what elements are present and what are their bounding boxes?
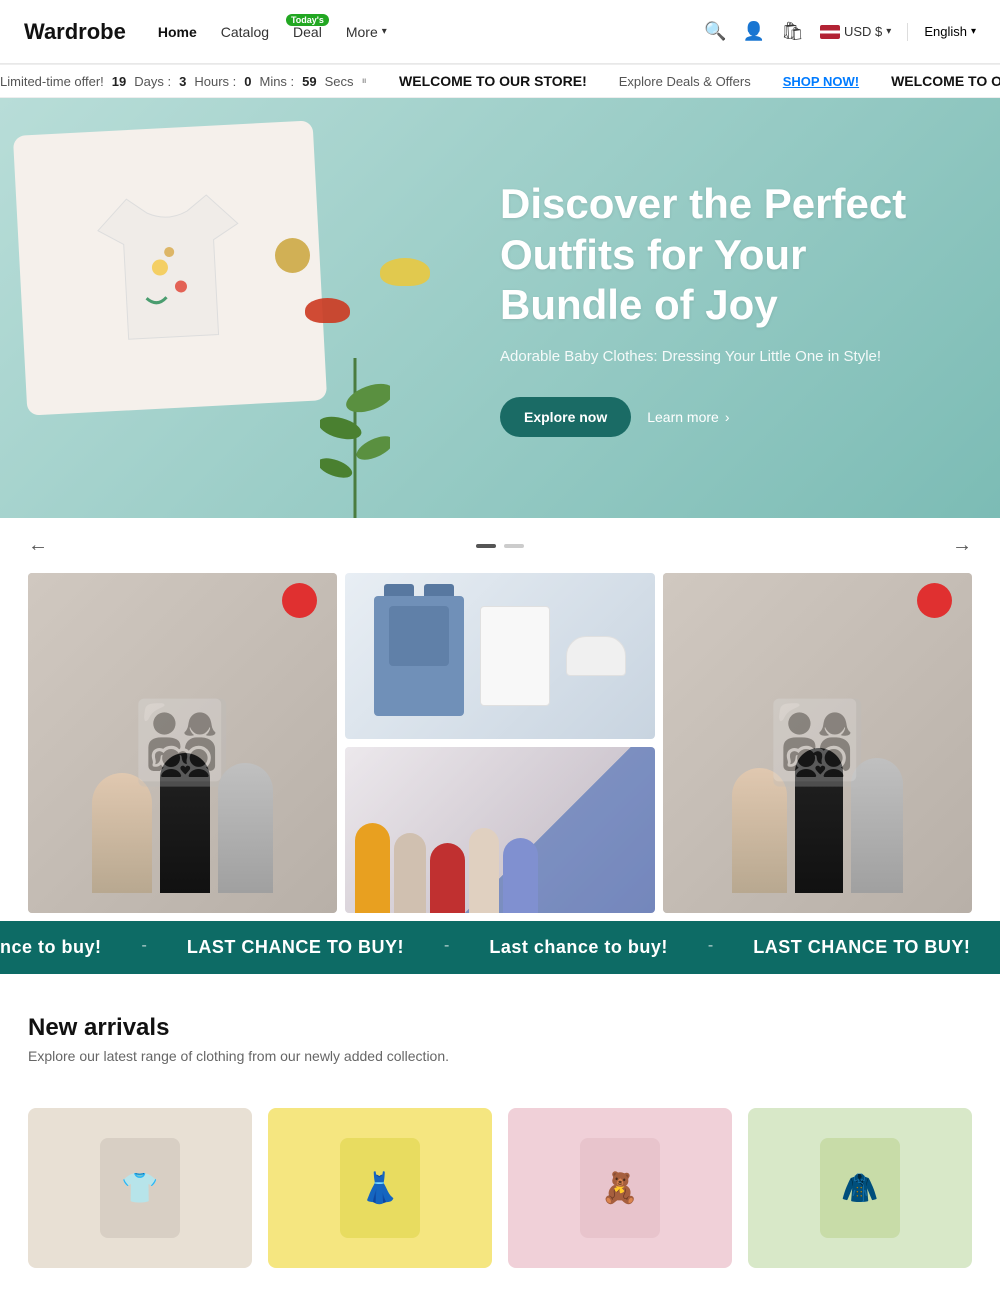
carousel-dot-1[interactable]	[476, 544, 496, 548]
product-grid: 👕 👗 🧸 🧥	[0, 1108, 1000, 1268]
new-arrivals-section: New arrivals Explore our latest range of…	[0, 982, 1000, 1108]
explore-text-1: Explore Deals & Offers	[619, 74, 751, 89]
arrow-right-icon: ›	[725, 409, 730, 425]
announcement-marquee: Limited-time offer! 19 Days : 3 Hours : …	[0, 73, 1000, 89]
nav-right: 🔍 👤 🛍 USD $ ▾ English ▾	[704, 21, 976, 42]
grid-sub-denim[interactable]	[345, 573, 654, 739]
chevron-down-icon: ▾	[382, 26, 387, 37]
nav-home[interactable]: Home	[158, 24, 197, 40]
product-image-2: 👗	[268, 1108, 492, 1268]
deal-label: Deal	[293, 24, 322, 40]
deal-badge: Today's	[286, 14, 329, 26]
shop-now-link-1[interactable]: SHOP NOW!	[783, 74, 859, 89]
hero-title: Discover the Perfect Outfits for Your Bu…	[500, 179, 960, 330]
currency-selector[interactable]: USD $ ▾	[820, 24, 891, 39]
explore-button[interactable]: Explore now	[500, 397, 631, 437]
language-chevron-icon: ▾	[971, 26, 976, 37]
carousel-controls: ← →	[0, 518, 1000, 573]
product-card-4[interactable]: 🧥	[748, 1108, 972, 1268]
marquee-item-2: LAST CHANCE TO BUY!	[187, 937, 404, 958]
new-arrivals-subtitle: Explore our latest range of clothing fro…	[28, 1048, 972, 1064]
more-label: More	[346, 24, 378, 40]
grid-item-kids-left[interactable]: 👨‍👩‍👧‍👦	[28, 573, 337, 913]
product-image-3: 🧸	[508, 1108, 732, 1268]
hero-subtitle: Adorable Baby Clothes: Dressing Your Lit…	[500, 346, 960, 369]
navbar: Wardrobe Home Catalog Today's Deal More …	[0, 0, 1000, 64]
carousel-dot-2[interactable]	[504, 544, 524, 548]
marquee-sep-1: -	[142, 937, 147, 958]
timer-hours: 3	[179, 74, 186, 89]
welcome-text-2: WELCOME TO OUR STORE!	[891, 73, 1000, 89]
grid-item-center	[345, 573, 654, 913]
nav-deal[interactable]: Today's Deal	[293, 24, 322, 40]
timer-days: 19	[112, 74, 126, 89]
timer-mins: 0	[244, 74, 251, 89]
grid-sub-fashion[interactable]	[345, 747, 654, 913]
marquee-sep-2: -	[444, 937, 449, 958]
carousel-prev-button[interactable]: ←	[20, 530, 56, 561]
product-image-4: 🧥	[748, 1108, 972, 1268]
hero-background: Discover the Perfect Outfits for Your Bu…	[0, 98, 1000, 518]
currency-chevron-icon: ▾	[886, 26, 891, 37]
announcement-timer: Limited-time offer! 19 Days : 3 Hours : …	[0, 74, 367, 89]
hero-image	[0, 98, 550, 518]
language-selector[interactable]: English ▾	[924, 24, 976, 39]
product-card-2[interactable]: 👗	[268, 1108, 492, 1268]
flag-icon	[820, 25, 840, 39]
user-icon[interactable]: 👤	[743, 21, 765, 42]
marquee-sep-3: -	[708, 937, 713, 958]
marquee-item-1: nce to buy!	[0, 937, 102, 958]
product-card-1[interactable]: 👕	[28, 1108, 252, 1268]
timer-label: Limited-time offer!	[0, 74, 104, 89]
learn-more-button[interactable]: Learn more ›	[647, 409, 729, 425]
new-arrivals-title: New arrivals	[28, 1014, 972, 1042]
hero-section: Discover the Perfect Outfits for Your Bu…	[0, 98, 1000, 518]
nav-links: Home Catalog Today's Deal More ▾	[158, 24, 704, 40]
marquee-item-3: Last chance to buy!	[489, 937, 668, 958]
nav-catalog[interactable]: Catalog	[221, 24, 269, 40]
carousel-dots	[476, 544, 524, 548]
currency-label: USD $	[844, 24, 882, 39]
hero-buttons: Explore now Learn more ›	[500, 397, 960, 437]
search-icon[interactable]: 🔍	[704, 21, 726, 42]
marquee-item-4: LAST CHANCE TO BUY!	[753, 937, 970, 958]
carousel-next-button[interactable]: →	[944, 530, 980, 561]
hero-content: Discover the Perfect Outfits for Your Bu…	[480, 98, 1000, 518]
pause-icon[interactable]: ⏸	[362, 75, 368, 88]
marquee-banner: nce to buy! - LAST CHANCE TO BUY! - Last…	[0, 921, 1000, 974]
language-label: English	[924, 24, 967, 39]
announcement-bar: Limited-time offer! 19 Days : 3 Hours : …	[0, 64, 1000, 98]
marquee-inner: nce to buy! - LAST CHANCE TO BUY! - Last…	[0, 937, 1000, 958]
product-card-3[interactable]: 🧸	[508, 1108, 732, 1268]
timer-secs: 59	[302, 74, 316, 89]
grid-item-kids-right[interactable]: 👨‍👩‍👧‍👦	[663, 573, 972, 913]
brand-logo[interactable]: Wardrobe	[24, 19, 126, 45]
welcome-text-1: WELCOME TO OUR STORE!	[399, 73, 587, 89]
cart-icon[interactable]: 🛍	[781, 21, 804, 42]
product-image-1: 👕	[28, 1108, 252, 1268]
image-grid: 👨‍👩‍👧‍👦	[28, 573, 972, 913]
nav-more[interactable]: More ▾	[346, 24, 387, 40]
nav-divider	[907, 23, 908, 41]
